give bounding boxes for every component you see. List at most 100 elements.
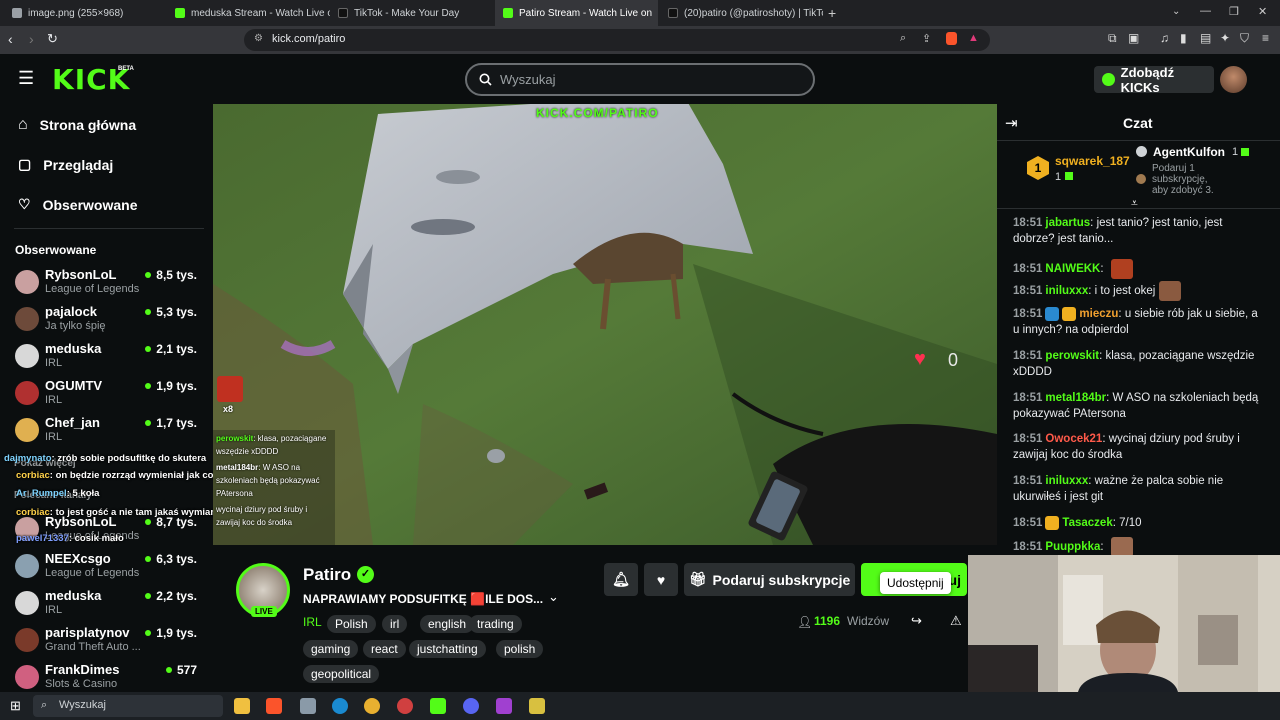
collapse-chat-icon[interactable]: ⇥ <box>1005 114 1018 132</box>
site-header: ☰ KICK BETA Wyszukaj Zdobądź KICKs <box>0 54 1280 104</box>
browser-tab-2[interactable]: meduska Stream - Watch Live on <box>167 0 330 26</box>
channel-item[interactable]: NEEXcsgo League of Legends 6,3 tys. <box>15 551 205 585</box>
share-icon[interactable]: ↪ <box>911 613 922 629</box>
share-icon[interactable]: ⇪ <box>922 32 931 45</box>
obs-icon[interactable] <box>397 698 413 714</box>
wallet-icon[interactable]: ▤ <box>1200 31 1211 45</box>
heart-rate-icon: ♥ <box>914 348 926 370</box>
channel-item[interactable]: meduska IRL 2,1 tys. <box>15 341 205 375</box>
stream-tag[interactable]: polish <box>496 640 544 658</box>
streamer-name[interactable]: Patiro <box>303 565 351 585</box>
chrome-icon[interactable] <box>364 698 380 714</box>
tab-list-chevron-icon[interactable]: ⌄ <box>1172 6 1180 17</box>
stream-tag[interactable]: geopolitical <box>303 665 380 683</box>
app-icon[interactable] <box>300 698 316 714</box>
minimize-icon[interactable]: — <box>1200 5 1211 17</box>
channel-item[interactable]: pajalock Ja tylko śpię 5,3 tys. <box>15 304 205 338</box>
stream-tag[interactable]: trading <box>469 615 522 633</box>
leaderboard-user[interactable]: sqwarek_187 <box>1055 154 1130 168</box>
chat-username[interactable]: Tasaczek <box>1062 517 1112 529</box>
browser-tab-4-active[interactable]: Patiro Stream - Watch Live on ✕ <box>495 0 658 26</box>
channel-category: IRL <box>45 357 63 369</box>
stream-tag[interactable]: english <box>420 615 475 633</box>
leo-icon[interactable]: ✦ <box>1220 31 1230 45</box>
site-info-icon[interactable]: ⚙ <box>254 33 263 44</box>
channel-name: OGUMTV <box>45 378 103 393</box>
brave-shields-icon[interactable] <box>946 32 957 45</box>
kick-app-icon[interactable] <box>430 698 446 714</box>
stream-tag[interactable]: Polish <box>327 615 376 633</box>
stream-category[interactable]: IRL <box>303 615 322 629</box>
discord-icon[interactable] <box>463 698 479 714</box>
channel-viewers: 2,1 tys. <box>145 342 197 356</box>
gift-subscription-button[interactable]: 🎁︎ Podaruj subskrypcje <box>684 563 855 596</box>
forward-icon[interactable]: › <box>29 31 34 47</box>
taskbar-search-input[interactable]: ⌕ Wyszukaj <box>33 695 223 717</box>
channel-category: IRL <box>45 394 63 406</box>
nav-following[interactable]: ♡ Obserwowane <box>18 196 137 213</box>
new-tab-icon[interactable]: + <box>828 5 836 21</box>
nav-browse[interactable]: ▢ Przeglądaj <box>18 156 113 173</box>
divider <box>997 140 1280 141</box>
channel-item[interactable]: meduska IRL 2,2 tys. <box>15 588 205 622</box>
chat-username[interactable]: iniluxxx <box>1045 285 1088 297</box>
close-window-icon[interactable]: ✕ <box>1258 5 1267 18</box>
stream-tag[interactable]: irl <box>382 615 408 633</box>
chat-username[interactable]: Owocek21 <box>1045 433 1102 445</box>
media-icon[interactable]: ♫ <box>1160 31 1169 45</box>
hamburger-menu-icon[interactable]: ☰ <box>18 68 34 89</box>
chat-timestamp: 18:51 <box>1013 433 1043 445</box>
channel-name: NEEXcsgo <box>45 551 111 566</box>
search-input[interactable]: Wyszukaj <box>465 63 815 96</box>
restore-icon[interactable]: ❐ <box>1229 5 1239 18</box>
channel-category: Grand Theft Auto ... <box>45 641 141 653</box>
chat-username[interactable]: Puuppkka <box>1045 541 1100 553</box>
zoom-icon[interactable]: ⌕ <box>900 32 906 45</box>
video-chat-line: perowskit: klasa, pozaciągane wszędzie x… <box>216 434 327 456</box>
nav-home[interactable]: ⌂ Strona główna <box>18 116 136 134</box>
live-badge: LIVE <box>251 606 277 617</box>
reader-icon[interactable]: ▣ <box>1128 31 1139 45</box>
chat-username[interactable]: mieczu <box>1079 308 1118 320</box>
app-icon[interactable] <box>496 698 512 714</box>
chat-username[interactable]: iniluxxx <box>1045 475 1088 487</box>
windows-start-icon[interactable]: ⊞ <box>10 698 21 714</box>
app-icon[interactable] <box>529 698 545 714</box>
chat-username[interactable]: perowskit <box>1045 350 1099 362</box>
stream-tag[interactable]: gaming <box>303 640 359 658</box>
browser-tab-1[interactable]: image.png (255×968) <box>4 0 167 26</box>
get-kicks-button[interactable]: Zdobądź KICKs <box>1094 65 1214 95</box>
brave-rewards-icon[interactable]: ▲ <box>968 32 979 44</box>
follow-heart-button[interactable]: ♥ <box>644 563 678 596</box>
chat-timestamp: 18:51 <box>1013 392 1043 404</box>
edge-icon[interactable] <box>332 698 348 714</box>
file-explorer-icon[interactable] <box>234 698 250 714</box>
chat-username[interactable]: jabartus <box>1045 217 1090 229</box>
expand-title-chevron-icon[interactable]: ⌄ <box>548 589 559 605</box>
user-avatar[interactable] <box>1220 66 1247 93</box>
stream-tag[interactable]: react <box>363 640 406 658</box>
channel-item[interactable]: FrankDimes Slots & Casino 577 <box>15 662 205 696</box>
menu-icon[interactable]: ≡ <box>1262 31 1269 45</box>
chat-username[interactable]: NAIWEKK <box>1045 263 1100 275</box>
channel-item[interactable]: parisplatynov Grand Theft Auto ... 1,9 tys… <box>15 625 205 659</box>
report-warning-icon[interactable]: ⚠ <box>950 613 962 629</box>
channel-item[interactable]: OGUMTV IRL 1,9 tys. <box>15 378 205 412</box>
channel-item[interactable]: Chef_jan IRL 1,7 tys. <box>15 415 205 449</box>
stream-tag[interactable]: justchatting <box>409 640 486 658</box>
extensions-icon[interactable]: ⧉ <box>1108 31 1117 46</box>
address-bar[interactable]: ⚙ kick.com/patiro ⌕ ⇪ ▲ <box>244 29 990 51</box>
browser-tab-3[interactable]: TikTok - Make Your Day <box>330 0 493 26</box>
reload-icon[interactable]: ↻ <box>47 31 58 47</box>
brave-browser-icon[interactable] <box>266 698 282 714</box>
channel-category: League of Legends <box>45 283 140 295</box>
chat-username[interactable]: metal184br <box>1045 392 1106 404</box>
video-player[interactable]: KICK.COM/PATIRO ♥ 0 x8 perowskit: klasa,… <box>213 104 997 545</box>
channel-item[interactable]: RybsonLoL League of Legends 8,5 tys. <box>15 267 205 301</box>
notifications-button[interactable]: 🔔︎ <box>604 563 638 596</box>
back-icon[interactable]: ‹ <box>8 31 13 47</box>
sidebar-toggle-icon[interactable]: ▮ <box>1180 31 1187 45</box>
vpn-shield-icon[interactable]: ⛉ <box>1240 31 1249 46</box>
browser-tab-5[interactable]: (20)patiro (@patiroshoty) | TikTok <box>660 0 823 26</box>
agent-user[interactable]: AgentKulfon <box>1153 145 1225 159</box>
